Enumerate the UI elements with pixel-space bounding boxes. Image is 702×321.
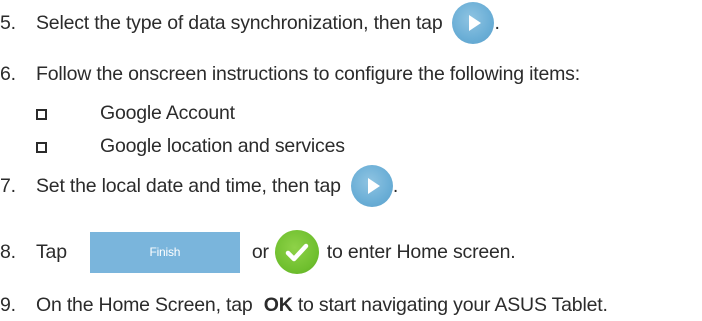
step-text: On the Home Screen, tap (36, 293, 253, 316)
step-text: Tap (36, 240, 67, 263)
next-button (452, 2, 495, 44)
play-arrow-icon (469, 15, 482, 31)
done-button (274, 230, 319, 274)
step-number: 5. (0, 11, 16, 34)
step-number: 9. (0, 293, 16, 316)
list-item-label: Google Account (100, 101, 235, 124)
step-number: 7. (0, 174, 16, 197)
step-text: Select the type of data synchronization,… (36, 11, 443, 34)
step-text-or: or (251, 240, 269, 263)
step-text-end: . (494, 11, 500, 34)
next-button (350, 165, 393, 207)
checkmark-icon (285, 243, 309, 262)
step-5: 5. Select the type of data synchronizati… (0, 2, 500, 44)
step-number: 6. (0, 62, 16, 85)
step-text: Follow the onscreen instructions to conf… (36, 62, 580, 85)
checkbox-icon (36, 141, 47, 153)
list-item: Google location and services (36, 133, 345, 159)
list-item: Google Account (36, 100, 235, 126)
step-text-bold: OK (263, 293, 293, 316)
checkbox-icon (36, 108, 47, 120)
step-8: 8. Tap Finish or to enter Home screen. (0, 230, 516, 274)
finish-button: Finish (89, 231, 240, 273)
step-9: 9. On the Home Screen, tap OK to start n… (0, 292, 608, 318)
step-text-end: to enter Home screen. (326, 240, 516, 263)
step-text-end: to start navigating your ASUS Tablet. (297, 293, 608, 316)
step-text-end: . (392, 174, 399, 197)
step-number: 8. (0, 240, 16, 263)
step-7: 7. Set the local date and time, then tap… (0, 165, 398, 207)
step-text: Set the local date and time, then tap (36, 174, 341, 197)
manual-page: 5. Select the type of data synchronizati… (0, 0, 702, 321)
step-6: 6. Follow the onscreen instructions to c… (0, 61, 586, 87)
play-arrow-icon (367, 178, 380, 194)
list-item-label: Google location and services (100, 134, 345, 157)
